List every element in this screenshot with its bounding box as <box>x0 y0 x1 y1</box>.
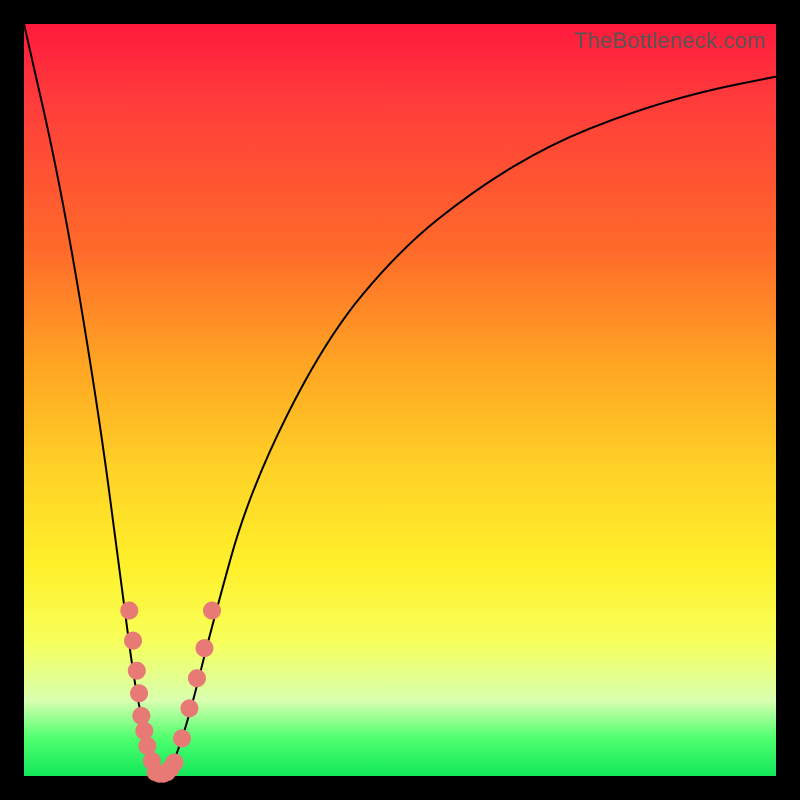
curve-layer <box>24 24 776 776</box>
marker-dot <box>188 669 206 687</box>
marker-dot <box>120 602 138 620</box>
chart-frame: TheBottleneck.com <box>0 0 800 800</box>
marker-dot <box>130 684 148 702</box>
marker-dot <box>195 639 213 657</box>
marker-dot <box>203 602 221 620</box>
marker-dot <box>128 662 146 680</box>
marker-dot <box>180 699 198 717</box>
marker-dot <box>124 632 142 650</box>
marker-dot <box>132 707 150 725</box>
marker-dot <box>173 729 191 747</box>
marker-dot <box>135 722 153 740</box>
marker-dot <box>165 753 183 771</box>
plot-area: TheBottleneck.com <box>24 24 776 776</box>
marker-group <box>120 602 221 783</box>
